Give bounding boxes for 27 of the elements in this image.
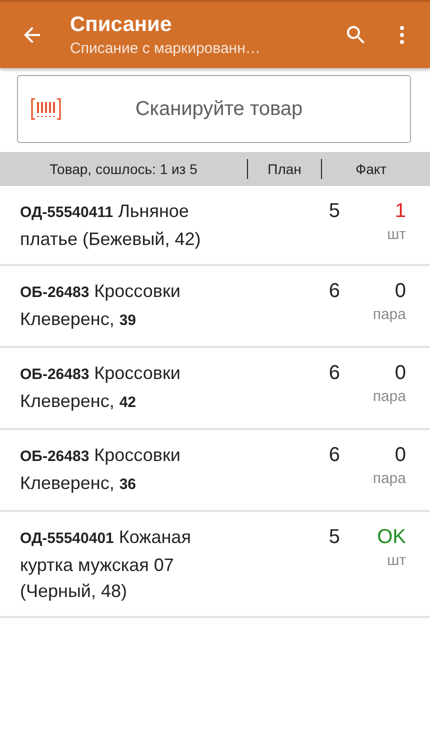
column-header: Факт [354, 161, 388, 177]
plan-quantity: 5 [328, 199, 340, 224]
screen-subtitle: Списание с маркированн… [70, 40, 262, 57]
unit-label: пара [372, 469, 406, 489]
column-header: Товар, сошлось: 1 из 5 [48, 161, 198, 177]
plan-quantity: 6 [328, 443, 340, 468]
plan-quantity: 6 [328, 279, 340, 304]
item-name: ОБ-26483 Кроссовки Клеверенс, 42 [20, 362, 182, 413]
item-name: ОБ-26483 Кроссовки Клеверенс, 39 [20, 280, 182, 331]
plan-quantity: 6 [328, 361, 340, 386]
fact-quantity: 1 [394, 199, 406, 224]
fact-quantity: 0 [394, 279, 406, 304]
scan-field[interactable]: Сканируйте товар [17, 75, 411, 143]
item-name: ОД-55540401 Кожаная куртка мужская 07 (Черный, 48) [20, 526, 192, 603]
unit-label: шт [387, 551, 406, 571]
fact-quantity: 0 [394, 361, 406, 386]
fact-quantity: 0 [394, 443, 406, 468]
fact-quantity: OK [377, 525, 406, 550]
unit-label: шт [387, 225, 406, 245]
barcode-icon [31, 97, 61, 121]
item-name: ОД-55540411 Льняное платье (Бежевый, 42) [20, 200, 202, 251]
unit-label: пара [372, 387, 406, 407]
column-header: План [266, 161, 302, 177]
item-name: ОБ-26483 Кроссовки Клеверенс, 36 [20, 444, 182, 495]
plan-quantity: 5 [328, 525, 340, 550]
unit-label: пара [372, 305, 406, 325]
screen-title: Списание [70, 13, 173, 37]
